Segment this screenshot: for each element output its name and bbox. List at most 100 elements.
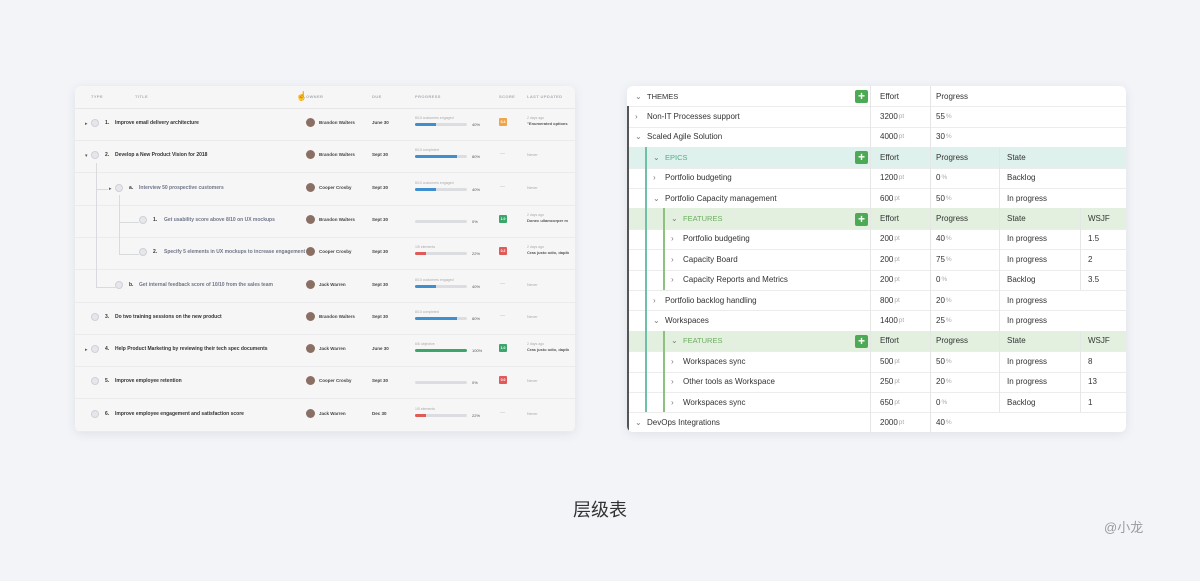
table-row[interactable]: ▸ 4. Help Product Marketing by reviewing… (75, 334, 575, 368)
table-row[interactable]: › Portfolio budgeting 200 pt 40% In progres… (627, 228, 1126, 251)
col-progress-header[interactable]: Progress (936, 331, 968, 351)
table-row[interactable]: 6. Improve employee engagement and satis… (75, 399, 575, 432)
col-progress-header[interactable]: Progress (936, 208, 968, 228)
item-label[interactable]: Capacity Board (683, 255, 738, 264)
row-title[interactable]: Help Product Marketing by reviewing thei… (115, 346, 268, 352)
item-label[interactable]: Portfolio budgeting (683, 234, 750, 243)
col-effort-header[interactable]: Effort (880, 208, 899, 228)
row-title[interactable]: Get usability score above 8/10 on UX moc… (164, 217, 275, 223)
chevron-right-icon[interactable]: › (653, 296, 659, 305)
update-text[interactable]: Cras justo odio, dapib (527, 347, 569, 352)
table-row[interactable]: ▸ 1. Improve email delivery architecture… (75, 108, 575, 141)
group-header-row[interactable]: ⌄ FEATURES + Effort Progress State WSJF (627, 330, 1126, 353)
update-text[interactable]: Donec ullamcorper m (527, 218, 568, 223)
status-circle[interactable] (91, 151, 99, 160)
row-title[interactable]: Improve employee engagement and satisfac… (115, 411, 244, 417)
add-button[interactable]: + (855, 334, 868, 348)
status-circle[interactable] (139, 215, 147, 224)
item-label[interactable]: Workspaces (665, 316, 709, 325)
item-label[interactable]: Portfolio Capacity management (665, 194, 777, 203)
table-row[interactable]: › Portfolio budgeting 1200 pt 0% Backlog (627, 167, 1126, 189)
col-last-updated[interactable]: LAST UPDATED (527, 94, 562, 99)
table-row[interactable]: ⌄ Workspaces 1400 pt 25% In progress (627, 310, 1126, 332)
col-title[interactable]: TITLE (135, 94, 148, 99)
item-label[interactable]: Scaled Agile Solution (647, 132, 722, 141)
col-wsjf-header[interactable]: WSJF (1088, 331, 1110, 351)
table-row[interactable]: ⌄ Portfolio Capacity management 600 pt 50%… (627, 188, 1126, 210)
status-circle[interactable] (139, 248, 147, 257)
chevron-right-icon[interactable]: › (671, 357, 677, 366)
col-effort-header[interactable]: Effort (880, 86, 899, 106)
table-row[interactable]: ⌄ DevOps Integrations 2000 pt 40% (627, 412, 1126, 432)
expand-caret-icon[interactable]: ▸ (85, 347, 88, 353)
status-circle[interactable] (91, 377, 99, 386)
item-label[interactable]: Portfolio backlog handling (665, 296, 757, 305)
status-circle[interactable] (115, 183, 123, 192)
item-label[interactable]: DevOps Integrations (647, 418, 720, 427)
table-row[interactable]: 2. Specify 5 elements in UX mockups to i… (75, 237, 575, 271)
col-progress[interactable]: PROGRESS (415, 94, 441, 99)
group-header-row[interactable]: ⌄ EPICS + Effort Progress State (627, 147, 1126, 169)
status-circle[interactable] (91, 409, 99, 418)
row-title[interactable]: Interview 50 prospective customers (139, 185, 224, 191)
col-progress-header[interactable]: Progress (936, 147, 968, 167)
chevron-down-icon[interactable]: ⌄ (671, 214, 678, 223)
chevron-down-icon[interactable]: ⌄ (653, 194, 660, 203)
table-row[interactable]: 1. Get usability score above 8/10 on UX … (75, 205, 575, 238)
row-title[interactable]: Specify 5 elements in UX mockups to incr… (164, 249, 305, 255)
status-circle[interactable] (91, 312, 99, 321)
col-due[interactable]: DUE (372, 94, 382, 99)
update-text[interactable]: Cras justo odio, dapib (527, 250, 569, 255)
col-state-header[interactable]: State (1007, 208, 1026, 228)
item-label[interactable]: Non-IT Processes support (647, 112, 740, 121)
item-label[interactable]: Workspaces sync (683, 398, 746, 407)
table-row[interactable]: › Capacity Reports and Metrics 200 pt 0% Ba… (627, 269, 1126, 291)
chevron-down-icon[interactable]: ⌄ (653, 316, 660, 325)
table-row[interactable]: › Workspaces sync 650 pt 0% Backlog 1 (627, 392, 1126, 414)
col-wsjf-header[interactable]: WSJF (1088, 208, 1110, 228)
table-row[interactable]: › Portfolio backlog handling 800 pt 20% In … (627, 290, 1126, 312)
col-owner[interactable]: OWNER (306, 94, 323, 99)
chevron-down-icon[interactable]: ⌄ (635, 92, 642, 101)
expand-caret-icon[interactable]: ▸ (109, 186, 112, 192)
add-button[interactable]: + (855, 90, 868, 104)
row-title[interactable]: Do two training sessions on the new prod… (115, 314, 222, 320)
col-progress-header[interactable]: Progress (936, 86, 968, 106)
table-row[interactable]: 3. Do two training sessions on the new p… (75, 302, 575, 335)
chevron-right-icon[interactable]: › (635, 112, 641, 121)
table-row[interactable]: ▾ 2. Develop a New Product Vision for 20… (75, 140, 575, 174)
item-label[interactable]: Capacity Reports and Metrics (683, 275, 788, 284)
item-label[interactable]: Portfolio budgeting (665, 173, 732, 182)
chevron-right-icon[interactable]: › (671, 377, 677, 386)
table-row[interactable]: ⌄ Scaled Agile Solution 4000 pt 30% (627, 126, 1126, 149)
update-text[interactable]: "Enumerated options (527, 121, 568, 126)
table-row[interactable]: 5. Improve employee retention Cooper Cro… (75, 366, 575, 400)
col-score[interactable]: SCORE (499, 94, 515, 99)
table-row[interactable]: › Workspaces sync 500 pt 50% In progress 8 (627, 351, 1126, 373)
col-type[interactable]: TYPE (91, 94, 103, 99)
add-button[interactable]: + (855, 212, 868, 226)
chevron-right-icon[interactable]: › (671, 255, 677, 264)
group-header-row[interactable]: ⌄ FEATURES + Effort Progress State WSJF (627, 208, 1126, 230)
expand-caret-icon[interactable]: ▾ (85, 153, 88, 159)
chevron-right-icon[interactable]: › (653, 173, 659, 182)
row-title[interactable]: Improve email delivery architecture (115, 120, 199, 126)
col-effort-header[interactable]: Effort (880, 331, 899, 351)
chevron-down-icon[interactable]: ⌄ (635, 418, 642, 427)
chevron-right-icon[interactable]: › (671, 234, 677, 243)
chevron-down-icon[interactable]: ⌄ (653, 153, 660, 162)
table-row[interactable]: b. Get internal feedback score of 10/10 … (75, 270, 575, 303)
status-circle[interactable] (91, 119, 99, 127)
add-button[interactable]: + (855, 151, 868, 165)
chevron-down-icon[interactable]: ⌄ (635, 132, 642, 141)
table-row[interactable]: › Non-IT Processes support 3200 pt 55% (627, 106, 1126, 128)
table-row[interactable]: › Other tools as Workspace 250 pt 20% In pr… (627, 371, 1126, 393)
chevron-right-icon[interactable]: › (671, 398, 677, 407)
status-circle[interactable] (91, 345, 99, 354)
table-row[interactable]: › Capacity Board 200 pt 75% In progress 2 (627, 249, 1126, 271)
row-title[interactable]: Get internal feedback score of 10/10 fro… (139, 282, 273, 288)
row-title[interactable]: Improve employee retention (115, 378, 182, 384)
table-row[interactable]: ▸ a. Interview 50 prospective customers … (75, 173, 575, 206)
col-state-header[interactable]: State (1007, 331, 1026, 351)
chevron-right-icon[interactable]: › (671, 275, 677, 284)
